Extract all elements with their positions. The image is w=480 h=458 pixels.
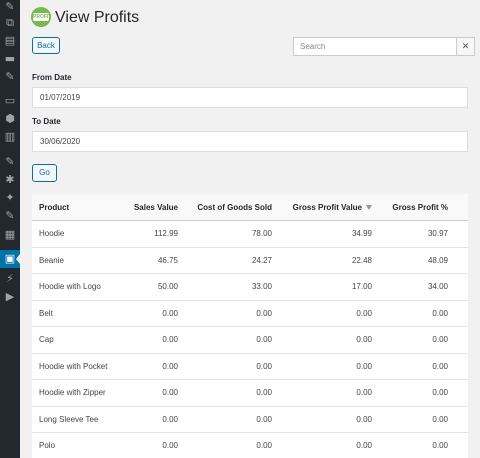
gross-profit-value-cell: 0.00 — [356, 388, 372, 397]
product-cell: Hoodie — [39, 229, 65, 238]
pin-icon[interactable]: ✎ — [3, 0, 17, 14]
appearance-icon[interactable]: ✎ — [3, 155, 17, 169]
header-gross-profit-value-label: Gross Profit Value — [292, 203, 362, 212]
table-row: Hoodie 112.99 78.00 34.99 30.97 — [32, 221, 468, 248]
cogs-cell: 78.00 — [251, 229, 272, 238]
pages-icon[interactable]: ▤ — [3, 34, 17, 48]
profit-logo: PROFIT — [31, 7, 51, 27]
clear-search-button[interactable]: ✕ — [456, 37, 475, 56]
admin-sidebar: ✎ ⧉ ▤ ▬ ✎ ▭ ⬢ ▥ ✎ ✱ ✦ ✎ ▦ ▣ ⚡ ▶ — [0, 0, 20, 458]
header-gross-profit-value[interactable]: Gross Profit Value — [293, 194, 372, 221]
sales-value-cell: 0.00 — [162, 361, 178, 371]
table-body: Hoodie 112.99 78.00 34.99 30.97 Beanie 46.75 24… — [32, 221, 468, 458]
sales-value-cell: 50.00 — [157, 282, 178, 291]
sales-value-cell: 0.00 — [162, 414, 178, 424]
gross-profit-percent-cell: 0.00 — [432, 361, 448, 371]
back-button[interactable]: Back — [32, 37, 60, 54]
extension-icon[interactable]: ⚡ — [3, 272, 17, 286]
header-gross-profit-percent[interactable]: Gross Profit % — [392, 194, 448, 221]
sort-desc-icon — [366, 205, 372, 211]
product-cell: Cap — [39, 335, 54, 344]
gross-profit-percent-cell: 0.00 — [432, 414, 448, 424]
sales-value-cell: 0.00 — [162, 441, 178, 450]
analytics-icon[interactable]: ▥ — [3, 130, 17, 144]
gross-profit-value-cell: 0.00 — [356, 441, 372, 450]
from-date-input[interactable] — [32, 87, 468, 108]
sales-value-cell: 112.99 — [154, 229, 178, 238]
settings-icon[interactable]: ▦ — [3, 228, 17, 242]
from-date-label: From Date — [32, 73, 72, 82]
gross-profit-percent-cell: 0.00 — [432, 335, 448, 344]
search-input[interactable] — [293, 37, 457, 56]
search-box: ✕ — [293, 37, 475, 56]
comments-icon[interactable]: ▬ — [3, 52, 17, 66]
play-icon[interactable]: ▶ — [3, 290, 17, 304]
gross-profit-value-cell: 0.00 — [356, 308, 372, 318]
gross-profit-percent-cell: 34.00 — [427, 282, 448, 291]
gross-profit-value-cell: 0.00 — [356, 361, 372, 371]
profits-table: Product Sales Value Cost of Goods Sold G… — [32, 194, 468, 458]
gross-profit-percent-cell: 0.00 — [432, 308, 448, 318]
gross-profit-value-cell: 0.00 — [356, 335, 372, 344]
product-cell: Long Sleeve Tee — [39, 414, 99, 424]
table-row: Beanie 46.75 24.27 22.48 48.09 — [32, 248, 468, 274]
header-cogs[interactable]: Cost of Goods Sold — [197, 194, 272, 221]
gross-profit-percent-cell: 48.09 — [427, 255, 448, 265]
product-cell: Hoodie with Zipper — [39, 388, 106, 397]
gross-profit-value-cell: 0.00 — [356, 414, 372, 424]
woocommerce-icon[interactable]: ▭ — [3, 94, 17, 108]
sales-value-cell: 0.00 — [162, 388, 178, 397]
product-cell: Beanie — [39, 255, 64, 265]
header-sales-value[interactable]: Sales Value — [134, 194, 178, 221]
table-row: Cap 0.00 0.00 0.00 0.00 — [32, 327, 468, 354]
profits-icon: ▣ — [4, 252, 16, 265]
pin-icon[interactable]: ✎ — [3, 70, 17, 84]
table-row: Hoodie with Zipper 0.00 0.00 0.00 0.00 — [32, 380, 468, 407]
table-row: Polo 0.00 0.00 0.00 0.00 — [32, 433, 468, 458]
cogs-cell: 0.00 — [256, 361, 272, 371]
cogs-cell: 0.00 — [256, 388, 272, 397]
table-row: Belt 0.00 0.00 0.00 0.00 — [32, 301, 468, 327]
cogs-cell: 0.00 — [256, 308, 272, 318]
gross-profit-percent-cell: 0.00 — [432, 441, 448, 450]
gross-profit-value-cell: 17.00 — [351, 282, 372, 291]
sales-value-cell: 46.75 — [157, 255, 178, 265]
header-product[interactable]: Product — [39, 194, 69, 221]
sales-value-cell: 0.00 — [162, 308, 178, 318]
gross-profit-value-cell: 22.48 — [351, 255, 372, 265]
product-cell: Polo — [39, 441, 56, 450]
product-cell: Hoodie with Logo — [39, 282, 101, 291]
cogs-cell: 0.00 — [256, 414, 272, 424]
products-icon[interactable]: ⬢ — [3, 112, 17, 126]
table-row: Hoodie with Logo 50.00 33.00 17.00 34.00 — [32, 274, 468, 301]
page-title: View Profits — [55, 9, 140, 26]
go-button[interactable]: Go — [32, 164, 57, 182]
current-menu-arrow — [16, 254, 20, 264]
users-icon[interactable]: ✦ — [3, 191, 17, 205]
sales-value-cell: 0.00 — [162, 335, 178, 344]
table-row: Hoodie with Pocket 0.00 0.00 0.00 0.00 — [32, 354, 468, 380]
media-icon[interactable]: ⧉ — [3, 16, 17, 30]
cogs-cell: 0.00 — [256, 441, 272, 450]
gross-profit-value-cell: 34.99 — [351, 229, 372, 238]
table-header: Product Sales Value Cost of Goods Sold G… — [32, 194, 468, 221]
cogs-cell: 24.27 — [251, 255, 272, 265]
table-row: Long Sleeve Tee 0.00 0.00 0.00 0.00 — [32, 407, 468, 433]
to-date-input[interactable] — [32, 131, 468, 152]
plugins-icon[interactable]: ✱ — [3, 173, 17, 187]
gross-profit-percent-cell: 0.00 — [432, 388, 448, 397]
logo-text: PROFIT — [33, 13, 52, 21]
cogs-cell: 33.00 — [251, 282, 272, 291]
gross-profit-percent-cell: 30.97 — [427, 229, 448, 238]
product-cell: Hoodie with Pocket — [39, 361, 108, 371]
product-cell: Belt — [39, 308, 53, 318]
tools-icon[interactable]: ✎ — [3, 209, 17, 223]
cogs-cell: 0.00 — [256, 335, 272, 344]
to-date-label: To Date — [32, 117, 61, 126]
sidebar-item-profits[interactable]: ▣ — [0, 250, 20, 268]
